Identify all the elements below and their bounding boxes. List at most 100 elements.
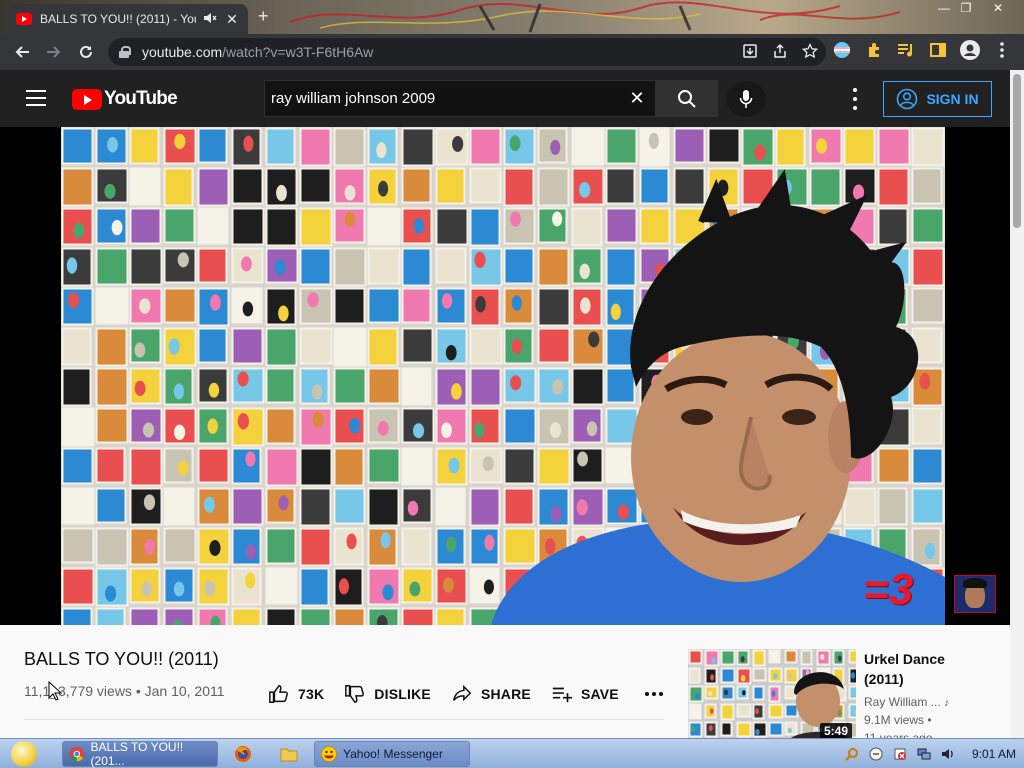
comic-panel-figure [723, 689, 729, 696]
video-actions: 73K DISLIKE SHARE SAVE [268, 683, 665, 705]
flag-extension-icon[interactable] [832, 40, 852, 60]
page-scrollbar[interactable] [1010, 70, 1024, 738]
install-app-icon[interactable] [742, 43, 758, 62]
taskbar-item-yahoo-messenger[interactable]: Yahoo! Messenger [314, 741, 470, 767]
comic-panel [752, 721, 768, 738]
taskbar-clock: 9:01 AM [971, 747, 1016, 761]
comic-panel [688, 649, 703, 665]
scrollbar-thumb[interactable] [1013, 74, 1021, 228]
comic-panel [768, 721, 784, 737]
comic-panel-figure [757, 672, 763, 679]
save-label: SAVE [580, 686, 619, 702]
save-button[interactable]: SAVE [551, 683, 619, 705]
back-arrow-icon[interactable] [6, 36, 38, 68]
more-actions-icon[interactable] [644, 692, 665, 696]
comic-panel [800, 649, 813, 666]
comic-panel [768, 649, 781, 664]
browser-tab-active[interactable]: BALLS TO YOU!! (2011) - You ✕ [8, 4, 248, 34]
taskbar-item-label: BALLS TO YOU!! (201... [90, 740, 184, 768]
security-alert-tray-icon[interactable] [892, 746, 908, 762]
share-page-icon[interactable] [772, 43, 788, 62]
comic-panel [752, 685, 765, 701]
recommended-video[interactable]: 5:49 Urkel Dance (2011) Ray William ... … [688, 649, 1008, 745]
taskbar-item-chrome[interactable]: BALLS TO YOU!! (201... [62, 740, 218, 768]
tab-title: BALLS TO YOU!! (2011) - You [40, 12, 196, 26]
divider [24, 719, 664, 720]
recommended-video-title[interactable]: Urkel Dance (2011) [864, 649, 984, 689]
video-info-section: BALLS TO YOU!! (2011) 11,1_3,779 views •… [0, 625, 1010, 745]
microphone-icon [739, 90, 753, 108]
comic-panel-figure [771, 690, 776, 697]
video-player[interactable]: =3 [0, 127, 1010, 625]
playlist-add-icon [552, 687, 573, 703]
music-note-icon: ♪ [944, 697, 950, 709]
like-count: 73K [298, 686, 325, 702]
thumbs-up-icon [269, 685, 288, 703]
volume-tray-icon[interactable] [940, 746, 956, 762]
search-box[interactable]: ✕ [264, 80, 656, 117]
folder-icon[interactable] [278, 743, 300, 765]
mouse-pointer-icon [48, 681, 62, 701]
recommended-video-thumbnail[interactable]: 5:49 [688, 649, 856, 743]
youtube-favicon-icon [16, 13, 32, 25]
share-button[interactable]: SHARE [451, 683, 531, 705]
channel-watermark[interactable] [954, 575, 996, 613]
hamburger-menu-icon[interactable] [26, 90, 46, 106]
network-tray-icon[interactable] [916, 746, 932, 762]
extensions-puzzle-icon[interactable] [864, 40, 884, 60]
comic-panel [720, 721, 733, 737]
voice-search-button[interactable] [726, 81, 766, 117]
lock-icon[interactable] [118, 46, 131, 58]
system-tray: 9:01 AM [844, 740, 1024, 768]
extension-icons [832, 40, 1012, 60]
new-tab-button[interactable]: + [258, 6, 269, 27]
restore-button[interactable]: ❐ [952, 0, 980, 18]
forward-arrow-icon[interactable] [38, 36, 70, 68]
profile-avatar-icon[interactable] [960, 40, 980, 60]
search-input[interactable] [271, 90, 619, 107]
comic-panel-figure [755, 708, 759, 715]
youtube-play-logo-icon [72, 88, 102, 110]
search-icon [678, 89, 696, 108]
comic-panel-figure [820, 653, 825, 660]
side-panel-icon[interactable] [928, 40, 948, 60]
comic-panel [736, 703, 752, 718]
speaker-muted-icon[interactable] [202, 12, 218, 27]
recommended-channel-name[interactable]: Ray William ... ♪ [864, 695, 950, 709]
comic-panel [720, 649, 736, 666]
sign-in-label: SIGN IN [926, 91, 979, 107]
media-queue-icon[interactable] [896, 40, 916, 60]
search-button[interactable] [656, 80, 718, 117]
comic-panel-figure [773, 673, 778, 679]
like-button[interactable]: 73K [268, 683, 324, 705]
comic-panel [752, 649, 766, 667]
tab-close-icon[interactable]: ✕ [224, 11, 240, 28]
search-tray-icon[interactable] [844, 746, 860, 762]
video-title: BALLS TO YOU!! (2011) [24, 649, 219, 669]
browser-menu-icon[interactable] [992, 40, 1012, 60]
firefox-icon[interactable] [232, 743, 254, 765]
comic-panel-figure [787, 727, 792, 734]
dislike-button[interactable]: DISLIKE [344, 683, 431, 705]
video-duration-badge: 5:49 [819, 723, 852, 739]
comic-panel [688, 703, 702, 720]
comic-panel-figure [711, 657, 717, 665]
account-circle-icon [897, 88, 918, 110]
start-button[interactable] [2, 740, 46, 768]
settings-menu-icon[interactable] [846, 88, 864, 110]
url-path: /watch?v=w3T-F6tH6Aw [222, 44, 374, 60]
video-frame[interactable]: =3 [61, 127, 945, 625]
address-bar[interactable]: youtube.com/watch?v=w3T-F6tH6Aw [108, 38, 826, 66]
clear-search-icon[interactable]: ✕ [619, 88, 655, 109]
reload-icon[interactable] [70, 36, 102, 68]
bookmark-star-icon[interactable] [801, 42, 819, 62]
sign-in-button[interactable]: SIGN IN [883, 81, 992, 117]
comic-panel-figure [787, 672, 792, 680]
dislike-label: DISLIKE [374, 686, 431, 702]
close-window-button[interactable]: ✕ [984, 0, 1012, 18]
comic-panel-figure [708, 725, 713, 732]
comic-panel-figure [787, 688, 792, 694]
messenger-tray-icon[interactable] [868, 746, 884, 762]
youtube-logo[interactable]: YouTube [72, 88, 178, 110]
yahoo-messenger-icon [321, 746, 337, 762]
